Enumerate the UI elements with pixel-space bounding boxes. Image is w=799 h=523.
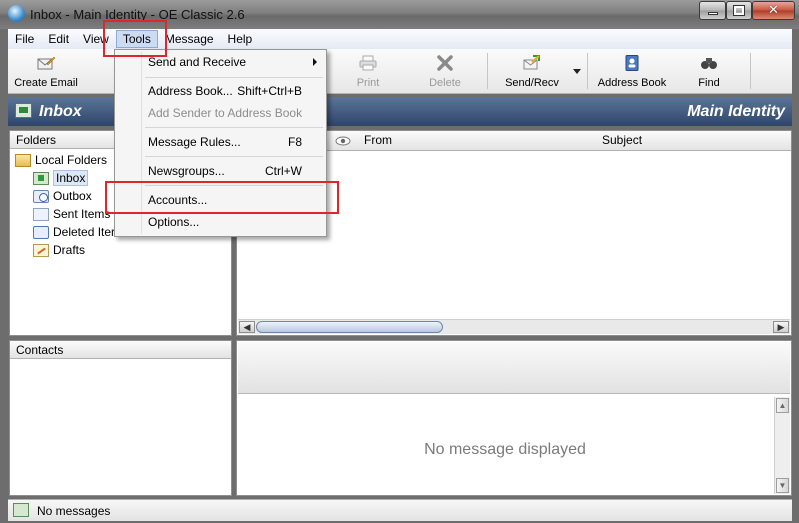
toolbar-separator (587, 53, 588, 89)
menu-item-newsgroups[interactable]: Newsgroups... Ctrl+W (115, 160, 326, 182)
column-from[interactable]: From (364, 131, 392, 150)
minimize-icon (708, 12, 718, 15)
maximize-icon (734, 6, 744, 15)
scroll-thumb[interactable] (256, 321, 443, 333)
tree-item-outbox[interactable]: Outbox (33, 187, 92, 205)
tree-item-drafts[interactable]: Drafts (33, 241, 85, 259)
menu-file[interactable]: File (8, 30, 41, 48)
current-folder-title: Inbox (39, 103, 82, 121)
menu-separator (145, 77, 323, 78)
menu-message[interactable]: Message (158, 30, 221, 48)
scroll-down-icon[interactable]: ▼ (776, 478, 789, 493)
send-recv-button[interactable]: Send/Recv (498, 52, 566, 92)
highlight-accounts-item (105, 181, 339, 214)
no-message-text: No message displayed (237, 441, 773, 459)
inbox-icon (33, 172, 49, 185)
eye-icon[interactable] (335, 135, 351, 147)
menu-item-options[interactable]: Options... (115, 211, 326, 233)
scroll-up-icon[interactable]: ▲ (776, 398, 789, 413)
send-recv-dropdown-icon[interactable] (573, 69, 581, 74)
contacts-heading: Contacts (10, 341, 231, 359)
menu-edit[interactable]: Edit (41, 30, 76, 48)
print-button[interactable]: Print (343, 52, 393, 92)
tree-item-sent-items[interactable]: Sent Items (33, 205, 110, 223)
toolbar-separator (487, 53, 488, 89)
toolbar-separator (750, 53, 751, 89)
binoculars-icon (700, 55, 718, 71)
maximize-button[interactable] (726, 1, 752, 20)
horizontal-scrollbar[interactable]: ◀ ▶ (238, 319, 790, 334)
menu-help[interactable]: Help (221, 30, 260, 48)
folder-icon (15, 154, 31, 167)
outbox-icon (33, 190, 49, 203)
address-book-icon (623, 55, 641, 71)
menu-item-add-sender: Add Sender to Address Book (115, 102, 326, 124)
inbox-icon (15, 103, 32, 118)
menu-item-message-rules[interactable]: Message Rules... F8 (115, 131, 326, 153)
printer-icon (359, 55, 377, 71)
column-subject[interactable]: Subject (602, 131, 642, 150)
close-icon: ✕ (768, 3, 779, 18)
drafts-icon (33, 244, 49, 257)
tree-item-inbox[interactable]: Inbox (33, 169, 88, 187)
find-button[interactable]: Find (683, 52, 735, 92)
minimize-button[interactable] (699, 1, 726, 20)
identity-name: Main Identity (687, 103, 785, 121)
scroll-right-icon[interactable]: ▶ (773, 321, 789, 333)
send-receive-icon (523, 55, 541, 71)
menu-separator (145, 127, 323, 128)
scroll-left-icon[interactable]: ◀ (239, 321, 255, 333)
tree-item-deleted-items[interactable]: Deleted Iter (33, 223, 115, 241)
address-book-button[interactable]: Address Book (596, 52, 668, 92)
create-email-button[interactable]: Create Email (10, 52, 82, 92)
preview-header (238, 342, 790, 394)
close-button[interactable]: ✕ (752, 1, 795, 20)
highlight-tools-menu (103, 20, 167, 57)
app-icon (8, 5, 25, 22)
menu-item-address-book[interactable]: Address Book... Shift+Ctrl+B (115, 80, 326, 102)
inbox-status-icon (13, 503, 29, 517)
tree-local-folders[interactable]: Local Folders (15, 151, 107, 169)
status-text: No messages (37, 504, 110, 518)
submenu-arrow-icon (313, 58, 317, 66)
vertical-scrollbar[interactable]: ▲ ▼ (774, 397, 790, 494)
delete-button[interactable]: Delete (420, 52, 470, 92)
recycle-icon (33, 226, 49, 239)
status-bar: No messages (8, 499, 792, 521)
preview-pane: No message displayed ▲ ▼ (236, 340, 792, 496)
menu-separator (145, 156, 323, 157)
delete-x-icon (436, 55, 454, 71)
sent-items-icon (33, 208, 49, 221)
contacts-pane: Contacts (9, 340, 232, 496)
envelope-pencil-icon (37, 55, 55, 71)
